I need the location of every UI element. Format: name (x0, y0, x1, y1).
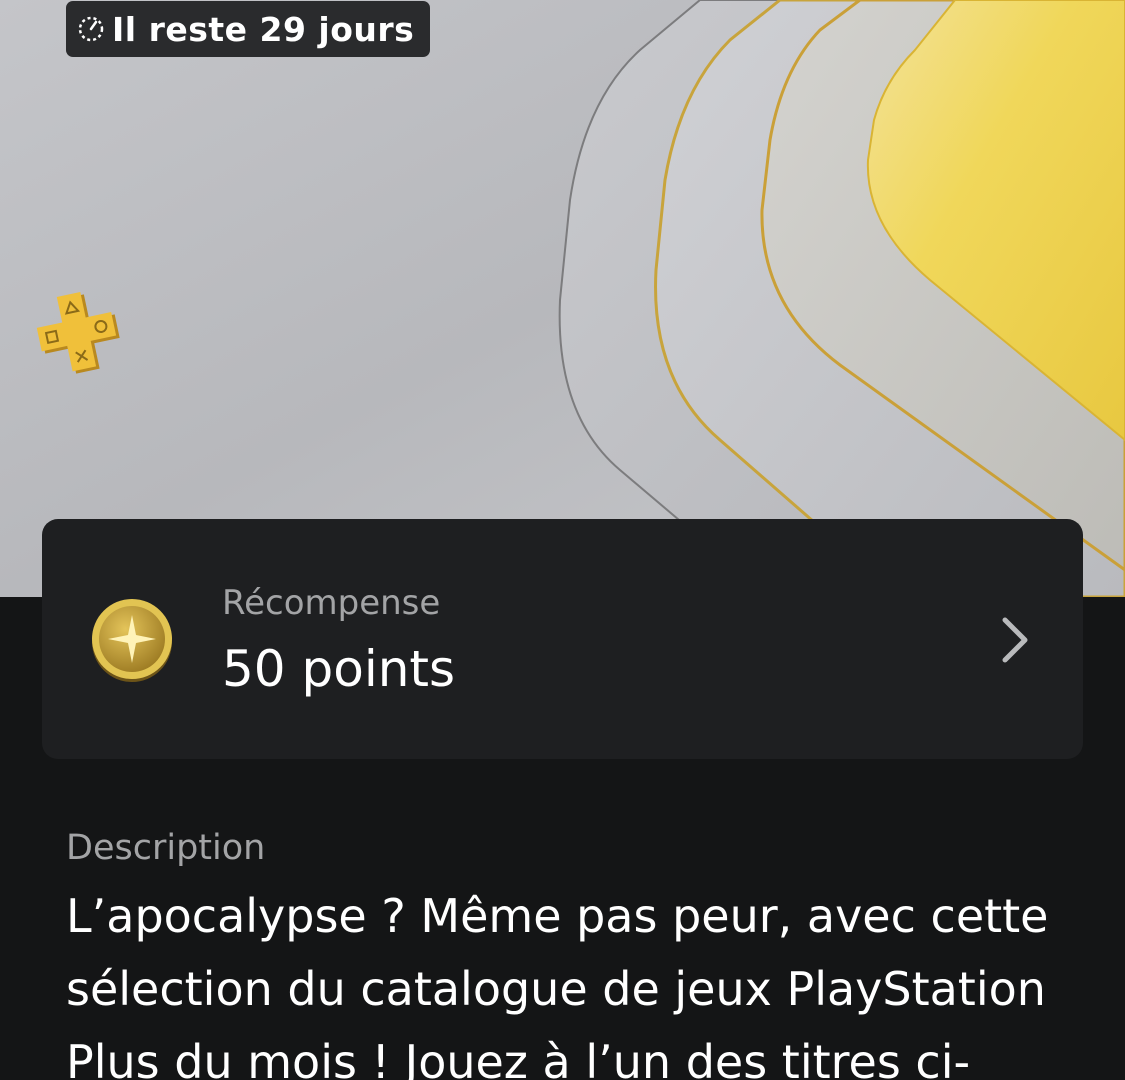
chevron-right-icon[interactable] (996, 614, 1036, 666)
hero-banner (0, 0, 1125, 597)
gold-coin-star-icon (92, 599, 172, 682)
description-label: Description (66, 828, 266, 868)
reward-value: 50 points (222, 640, 456, 698)
hero-artwork (0, 0, 1125, 597)
reward-card[interactable] (42, 519, 1083, 759)
description-text: L’apocalypse ? Même pas peur, avec cette… (66, 889, 1049, 1080)
quest-detail-page: Il reste 29 jours Récompense 50 points D… (0, 0, 1125, 1080)
playstation-plus-logo-icon (36, 292, 120, 374)
time-remaining-text: Il reste 29 jours (112, 9, 415, 49)
time-remaining-badge: Il reste 29 jours (66, 1, 431, 57)
reward-label: Récompense (222, 583, 441, 623)
timer-icon (78, 16, 104, 42)
